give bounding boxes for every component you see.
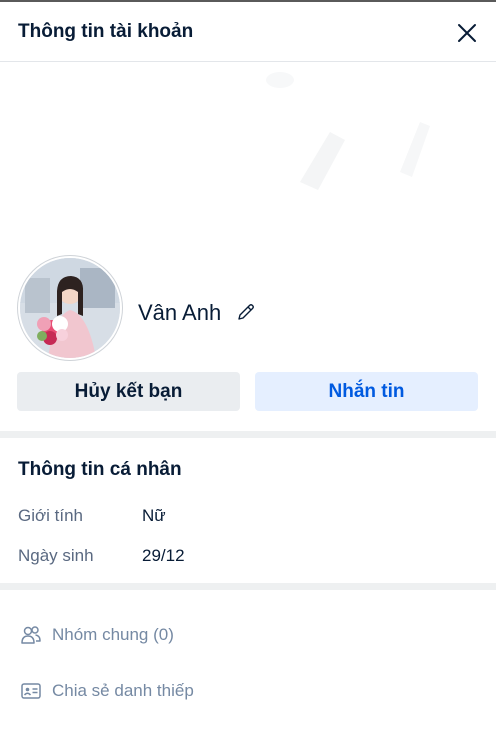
close-button[interactable]: [452, 18, 482, 48]
share-card-item[interactable]: Chia sẻ danh thiếp: [0, 669, 496, 713]
common-groups-item[interactable]: Nhóm chung (0): [0, 613, 496, 657]
cover-image: [0, 62, 496, 262]
gender-value: Nữ: [142, 506, 166, 525]
avatar-photo: [20, 258, 120, 358]
dialog-title: Thông tin tài khoản: [18, 21, 194, 42]
gender-label: Giới tính: [18, 506, 84, 525]
message-button[interactable]: Nhắn tin: [255, 372, 478, 411]
pencil-icon: [238, 304, 254, 320]
dialog-header: Thông tin tài khoản: [0, 2, 496, 62]
unfriend-button[interactable]: Hủy kết bạn: [17, 372, 240, 411]
profile-name: Vân Anh: [138, 300, 222, 325]
personal-info-title: Thông tin cá nhân: [18, 459, 182, 480]
birthday-value: 29/12: [142, 546, 185, 565]
close-icon: [458, 24, 476, 42]
edit-name-button[interactable]: [235, 301, 257, 323]
contact-card-icon: [20, 680, 42, 702]
common-groups-label: Nhóm chung (0): [52, 625, 174, 644]
group-icon: [20, 624, 42, 646]
share-card-label: Chia sẻ danh thiếp: [52, 681, 194, 700]
avatar[interactable]: [18, 256, 122, 360]
cover-photo[interactable]: [0, 62, 496, 262]
birthday-label: Ngày sinh: [18, 546, 94, 565]
section-divider: [0, 431, 496, 438]
section-divider: [0, 583, 496, 590]
